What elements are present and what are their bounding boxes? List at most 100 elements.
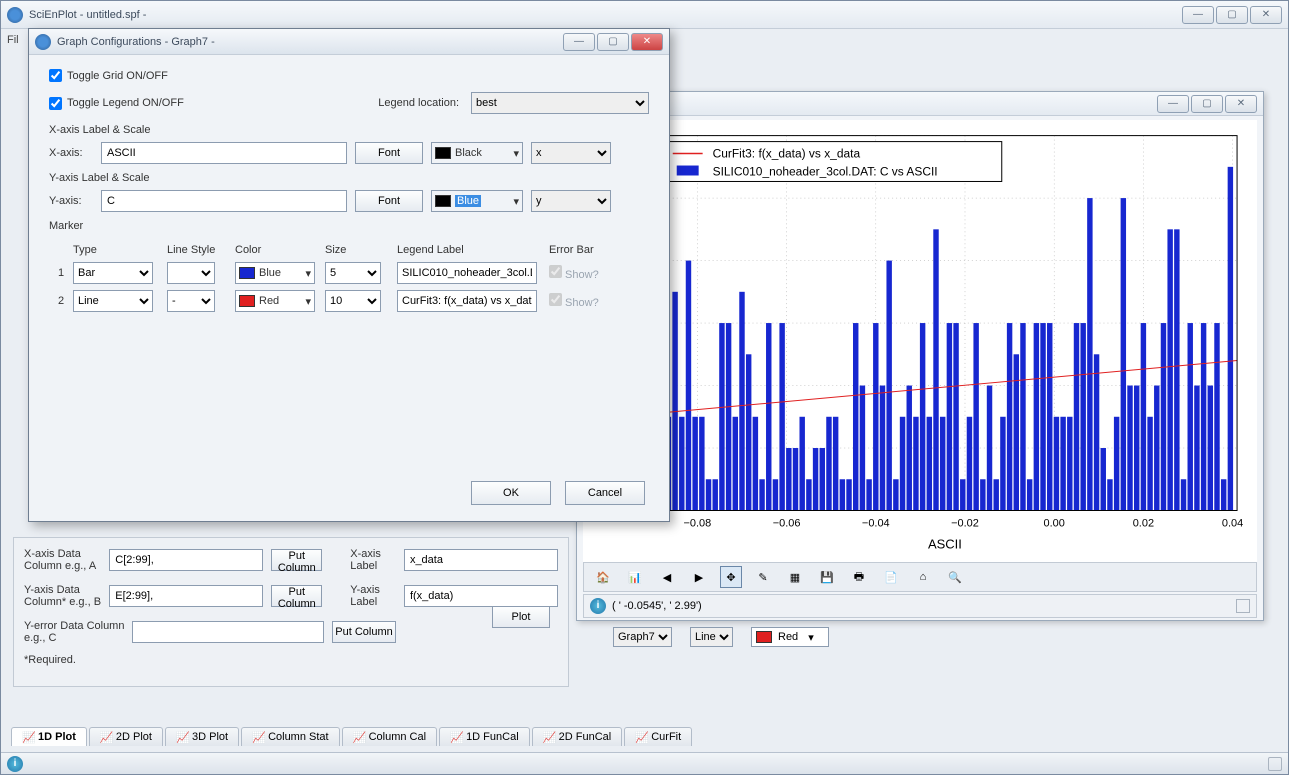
plot-titlebar: — ▢ ✕ (577, 92, 1263, 116)
x-font-button[interactable]: Font (355, 142, 423, 164)
toggle-grid-checkbox[interactable] (49, 69, 62, 82)
y-put-button[interactable]: Put Column (271, 585, 322, 607)
x-col-label: X-axis Data Column e.g., A (24, 548, 109, 572)
tab-2d-funcal[interactable]: 📈2D FunCal (532, 727, 623, 746)
save-icon[interactable]: 💾 (816, 566, 838, 588)
tab-3d-plot[interactable]: 📈3D Plot (165, 727, 239, 746)
plot-area: 024681012−0.08−0.06−0.04−0.020.000.020.0… (583, 120, 1257, 562)
marker-size-select[interactable]: 5 (325, 262, 381, 284)
yerr-put-button[interactable]: Put Column (332, 621, 396, 643)
y-axis-label-input[interactable] (404, 585, 558, 607)
y-var-select[interactable]: y (531, 190, 611, 212)
dialog-titlebar: Graph Configurations - Graph7 - — ▢ ✕ (29, 29, 669, 55)
x-axis-label-input[interactable] (404, 549, 558, 571)
tab-1d-plot[interactable]: 📈1D Plot (11, 727, 87, 746)
pan-icon[interactable]: ✥ (720, 566, 742, 588)
edit-icon[interactable]: ✎ (752, 566, 774, 588)
plot-toolbar: 🏠 📊 ◀ ▶ ✥ ✎ ▦ 💾 🖶 📄 ⌂ 🔍 (583, 562, 1257, 592)
cursor-coords: ( ' -0.0545', ' 2.99') (612, 600, 702, 612)
marker-type-select[interactable]: Bar (73, 262, 153, 284)
y-col-label: Y-axis Data Column* e.g., B (24, 584, 109, 608)
minimize-button[interactable]: — (1182, 6, 1214, 24)
tab-icon: 📈 (353, 731, 365, 743)
yerr-col-label: Y-error Data Column e.g., C (24, 620, 132, 644)
close-button[interactable]: ✕ (1250, 6, 1282, 24)
marker-color-select[interactable]: Red▾ (235, 290, 315, 312)
marker-color-select[interactable]: Blue▾ (235, 262, 315, 284)
svg-text:0.02: 0.02 (1133, 517, 1154, 529)
x-axis-label-lbl: X-axis Label (350, 548, 404, 572)
marker-linestyle-select[interactable]: - (167, 290, 215, 312)
errorbar-show: Show? (549, 265, 599, 281)
data-column-panel: X-axis Data Column e.g., A Put Column X-… (13, 537, 569, 687)
legend-location-label: Legend location: (378, 97, 459, 109)
y-font-button[interactable]: Font (355, 190, 423, 212)
tab-1d-funcal[interactable]: 📈1D FunCal (439, 727, 530, 746)
print-icon[interactable]: 🖶 (848, 566, 870, 588)
home-icon[interactable]: 🏠 (592, 566, 614, 588)
house-icon[interactable]: ⌂ (912, 566, 934, 588)
marker-type-select[interactable]: Line (73, 290, 153, 312)
marker-row: 1 Bar Blue▾ 5 Show? (49, 262, 649, 284)
toggle-legend-checkbox[interactable] (49, 97, 62, 110)
dialog-minimize-button[interactable]: — (563, 33, 595, 51)
tab-icon: 📈 (100, 731, 112, 743)
dialog-maximize-button[interactable]: ▢ (597, 33, 629, 51)
tab-curfit[interactable]: 📈CurFit (624, 727, 692, 746)
x-axis-lbl: X-axis: (49, 147, 93, 159)
svg-text:0.04: 0.04 (1222, 517, 1243, 529)
plot-maximize-button[interactable]: ▢ (1191, 95, 1223, 113)
row-num: 2 (49, 295, 73, 307)
errorbar-show: Show? (549, 293, 599, 309)
zoom-icon[interactable]: 🔍 (944, 566, 966, 588)
yerr-col-input[interactable] (132, 621, 324, 643)
forward-icon[interactable]: ▶ (688, 566, 710, 588)
svg-text:−0.08: −0.08 (684, 517, 712, 529)
copy-icon[interactable]: 📄 (880, 566, 902, 588)
y-col-input[interactable] (109, 585, 263, 607)
marker-legend-input[interactable] (397, 290, 537, 312)
tab-icon: 📈 (635, 731, 647, 743)
plot-minimize-button[interactable]: — (1157, 95, 1189, 113)
ok-button[interactable]: OK (471, 481, 551, 505)
tab-column-cal[interactable]: 📈Column Cal (342, 727, 437, 746)
x-section-label: X-axis Label & Scale (49, 124, 649, 136)
plot-close-button[interactable]: ✕ (1225, 95, 1257, 113)
x-col-input[interactable] (109, 549, 263, 571)
marker-size-select[interactable]: 10 (325, 290, 381, 312)
x-color-select[interactable]: Black▾ (431, 142, 523, 164)
svg-text:−0.02: −0.02 (951, 517, 979, 529)
x-axis-input[interactable] (101, 142, 347, 164)
tab-icon: 📈 (176, 731, 188, 743)
color-select[interactable]: Red ▾ (751, 627, 829, 647)
info-icon: i (7, 756, 23, 772)
marker-linestyle-select[interactable] (167, 262, 215, 284)
config-icon[interactable]: 📊 (624, 566, 646, 588)
x-put-button[interactable]: Put Column (271, 549, 322, 571)
dialog-title: Graph Configurations - Graph7 - (57, 36, 215, 48)
tab-column-stat[interactable]: 📈Column Stat (241, 727, 340, 746)
under-plot-row: Graph7 Line Red ▾ (613, 627, 829, 647)
plot-button[interactable]: Plot (492, 606, 550, 628)
legend-location-select[interactable]: best (471, 92, 649, 114)
app-title: SciEnPlot - untitled.spf - (29, 9, 146, 21)
app-titlebar: SciEnPlot - untitled.spf - — ▢ ✕ (1, 1, 1288, 29)
x-var-select[interactable]: x (531, 142, 611, 164)
cancel-button[interactable]: Cancel (565, 481, 645, 505)
svg-text:ASCII: ASCII (928, 536, 962, 551)
back-icon[interactable]: ◀ (656, 566, 678, 588)
maximize-button[interactable]: ▢ (1216, 6, 1248, 24)
tabs-strip: 📈1D Plot📈2D Plot📈3D Plot📈Column Stat📈Col… (11, 724, 1278, 746)
y-color-select[interactable]: Blue▾ (431, 190, 523, 212)
svg-text:SILIC010_noheader_3col.DAT: C: SILIC010_noheader_3col.DAT: C vs ASCII (713, 164, 938, 178)
graph-select[interactable]: Graph7 (613, 627, 672, 647)
y-axis-input[interactable] (101, 190, 347, 212)
y-axis-lbl: Y-axis: (49, 195, 93, 207)
tab-2d-plot[interactable]: 📈2D Plot (89, 727, 163, 746)
subplot-icon[interactable]: ▦ (784, 566, 806, 588)
dialog-close-button[interactable]: ✕ (631, 33, 663, 51)
style-select[interactable]: Line (690, 627, 733, 647)
marker-legend-input[interactable] (397, 262, 537, 284)
svg-text:−0.04: −0.04 (862, 517, 890, 529)
toggle-grid-label: Toggle Grid ON/OFF (67, 70, 168, 82)
